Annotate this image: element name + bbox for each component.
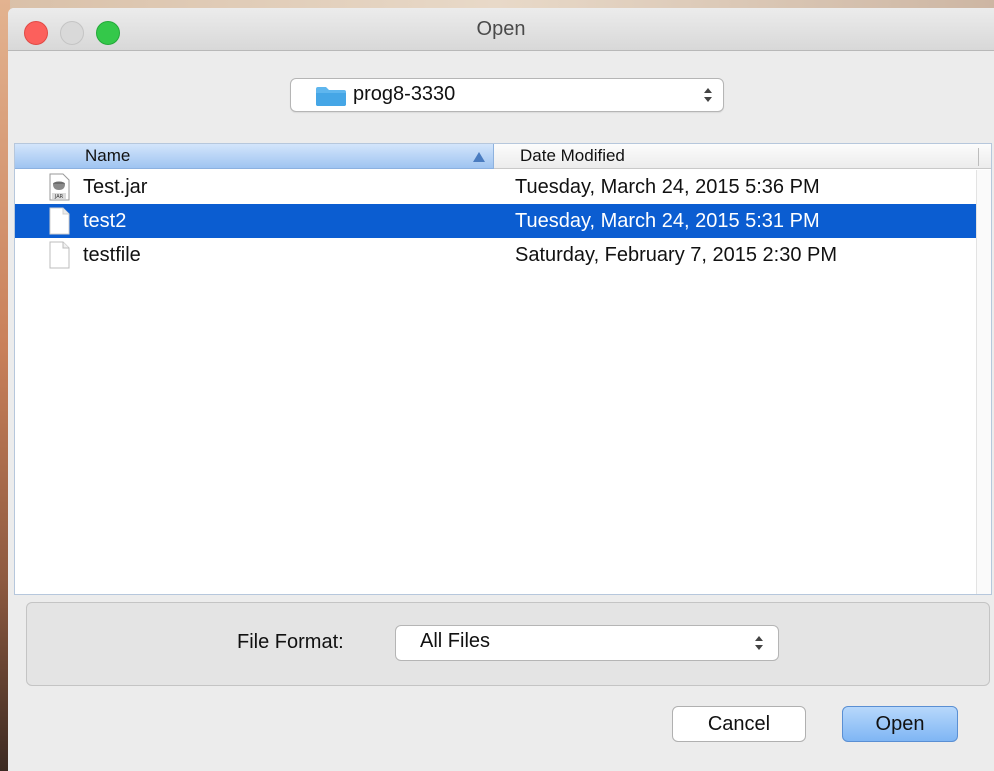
- file-date: Saturday, February 7, 2015 2:30 PM: [515, 244, 838, 266]
- file-format-dropdown[interactable]: All Files: [395, 625, 779, 661]
- svg-text:JAR: JAR: [54, 194, 64, 200]
- sort-ascending-icon: [473, 152, 485, 162]
- cancel-button[interactable]: Cancel: [672, 706, 806, 742]
- column-header-name-label: Name: [85, 146, 131, 165]
- file-list-header: Name Date Modified: [15, 144, 991, 170]
- file-format-value: All Files: [420, 630, 491, 652]
- document-icon: [49, 241, 70, 269]
- column-header-name[interactable]: Name: [15, 144, 494, 169]
- chevron-updown-icon: [704, 88, 712, 102]
- file-format-panel: File Format: All Files: [26, 602, 990, 686]
- column-header-date[interactable]: Date Modified: [494, 144, 991, 169]
- file-format-label: File Format:: [237, 631, 344, 653]
- title-bar[interactable]: Open: [8, 8, 994, 51]
- folder-icon: [316, 87, 346, 106]
- file-date: Tuesday, March 24, 2015 5:36 PM: [515, 176, 820, 198]
- jar-file-icon: JAR: [49, 173, 70, 201]
- location-dropdown[interactable]: prog8-3330: [290, 78, 724, 112]
- file-row[interactable]: testfile Saturday, February 7, 2015 2:30…: [15, 238, 991, 272]
- column-header-date-label: Date Modified: [520, 146, 625, 165]
- document-icon: [49, 207, 70, 235]
- open-button[interactable]: Open: [842, 706, 958, 742]
- file-name: Test.jar: [83, 176, 148, 198]
- column-divider: [978, 148, 979, 166]
- window-title: Open: [476, 18, 526, 40]
- vertical-scrollbar[interactable]: [976, 170, 991, 594]
- file-row[interactable]: JAR Test.jar Tuesday, March 24, 2015 5:3…: [15, 170, 991, 204]
- file-list[interactable]: Name Date Modified JAR Test.jar Tuesday,…: [14, 143, 992, 595]
- location-label: prog8-3330: [353, 83, 456, 105]
- file-date: Tuesday, March 24, 2015 5:31 PM: [515, 210, 820, 232]
- file-row-selected[interactable]: test2 Tuesday, March 24, 2015 5:31 PM: [15, 204, 991, 238]
- open-dialog: Open prog8-3330 Name Date Modified JAR T…: [8, 8, 994, 771]
- file-name: testfile: [83, 244, 141, 266]
- file-name: test2: [83, 210, 127, 232]
- chevron-updown-icon: [755, 636, 763, 650]
